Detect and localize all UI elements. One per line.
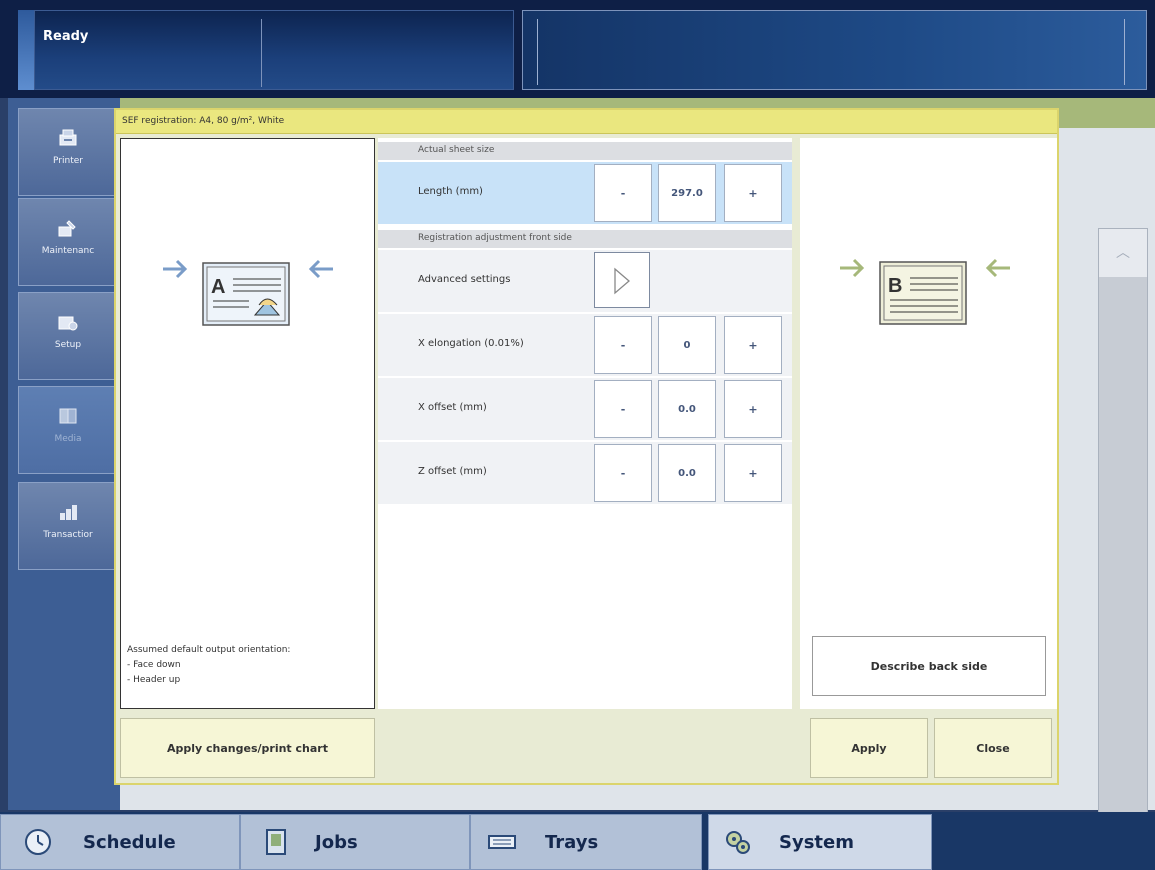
status-info-panel (522, 10, 1147, 90)
advanced-settings-row: Advanced settings (378, 250, 792, 312)
media-icon (57, 405, 79, 427)
apply-changes-print-chart-button[interactable]: Apply changes/print chart (120, 718, 375, 778)
nav-label: Maintenanc (41, 246, 95, 256)
x-offset-value[interactable]: 0.0 (658, 380, 716, 438)
gears-icon (726, 831, 750, 854)
dialog-footer: Apply changes/print chart Apply Close (116, 710, 1057, 783)
left-navigation: Printer Maintenanc Setup Media Transacti… (8, 98, 120, 810)
front-side-diagram: A (163, 259, 333, 326)
tab-label: System (779, 832, 854, 853)
length-row: Length (mm) - 297.0 + (378, 162, 792, 224)
x-elongation-increment-button[interactable]: + (724, 316, 782, 374)
status-info-inner (537, 19, 1125, 85)
nav-label: Media (54, 434, 82, 444)
nav-label: Printer (53, 156, 83, 166)
tab-label: Trays (545, 832, 599, 853)
printer-icon (57, 127, 79, 149)
bottom-tab-bar: Schedule Jobs Trays System (0, 812, 1155, 870)
nav-label: Setup (54, 340, 82, 350)
x-elongation-row: X elongation (0.01%) - 0 + (378, 314, 792, 376)
close-button[interactable]: Close (934, 718, 1052, 778)
orientation-note: Assumed default output orientation: - Fa… (127, 643, 290, 688)
setup-icon (57, 311, 79, 333)
nav-item-setup[interactable]: Setup (18, 292, 118, 380)
nav-item-transactions[interactable]: Transactior (18, 482, 118, 570)
transaction-icon (57, 501, 79, 523)
tab-system[interactable]: System (708, 814, 932, 870)
back-side-pane: B Describe back side (800, 138, 1057, 709)
tab-label: Jobs (315, 832, 358, 853)
apply-button[interactable]: Apply (810, 718, 928, 778)
z-offset-row: Z offset (mm) - 0.0 + (378, 442, 792, 504)
section-actual-sheet-size: Actual sheet size (378, 142, 792, 160)
nav-item-media[interactable]: Media (18, 386, 118, 474)
status-box: Ready (34, 10, 514, 90)
z-offset-decrement-button[interactable]: - (594, 444, 652, 502)
x-elongation-value[interactable]: 0 (658, 316, 716, 374)
z-offset-value[interactable]: 0.0 (658, 444, 716, 502)
maintenance-icon (57, 217, 79, 239)
orientation-face: - Face down (127, 660, 181, 670)
front-diagram-letter: A (211, 276, 225, 298)
tab-schedule[interactable]: Schedule (0, 814, 240, 870)
tab-label: Schedule (83, 832, 176, 853)
clock-icon (25, 829, 51, 855)
front-side-pane: A Assumed default output orientation: - … (120, 138, 375, 709)
tab-trays[interactable]: Trays (470, 814, 702, 870)
z-offset-increment-button[interactable]: + (724, 444, 782, 502)
section-registration-front: Registration adjustment front side (378, 230, 792, 248)
describe-back-side-button[interactable]: Describe back side (812, 636, 1046, 696)
z-offset-label: Z offset (mm) (418, 466, 487, 477)
status-accent (18, 10, 34, 90)
tray-icon (488, 835, 516, 849)
document-icon (266, 829, 286, 855)
length-increment-button[interactable]: + (724, 164, 782, 222)
advanced-settings-label: Advanced settings (418, 274, 511, 285)
length-label: Length (mm) (418, 186, 483, 197)
length-value[interactable]: 297.0 (658, 164, 716, 222)
status-bar: Ready (0, 0, 1155, 98)
x-offset-row: X offset (mm) - 0.0 + (378, 378, 792, 440)
sef-registration-dialog: SEF registration: A4, 80 g/m², White A A… (114, 108, 1059, 785)
advanced-settings-expand-button[interactable] (594, 252, 650, 308)
orientation-header: - Header up (127, 675, 181, 685)
chevron-right-icon (614, 267, 630, 295)
x-offset-decrement-button[interactable]: - (594, 380, 652, 438)
x-elongation-label: X elongation (0.01%) (418, 338, 524, 349)
nav-item-printer[interactable]: Printer (18, 108, 118, 196)
back-side-diagram: B (840, 258, 1010, 325)
back-diagram-letter: B (888, 275, 902, 297)
nav-label: Transactior (43, 530, 93, 540)
settings-pane: Actual sheet size Length (mm) - 297.0 + … (378, 138, 792, 709)
status-text: Ready (43, 29, 89, 44)
tab-jobs[interactable]: Jobs (240, 814, 470, 870)
x-offset-increment-button[interactable]: + (724, 380, 782, 438)
length-decrement-button[interactable]: - (594, 164, 652, 222)
status-divider (261, 19, 262, 87)
nav-item-maintenance[interactable]: Maintenanc (18, 198, 118, 286)
x-elongation-decrement-button[interactable]: - (594, 316, 652, 374)
dialog-title: SEF registration: A4, 80 g/m², White (116, 110, 1057, 134)
scrollbar[interactable]: ︿ ﹀ (1098, 228, 1148, 870)
scroll-up-icon[interactable]: ︿ (1099, 229, 1147, 277)
orientation-heading: Assumed default output orientation: (127, 645, 291, 655)
x-offset-label: X offset (mm) (418, 402, 487, 413)
